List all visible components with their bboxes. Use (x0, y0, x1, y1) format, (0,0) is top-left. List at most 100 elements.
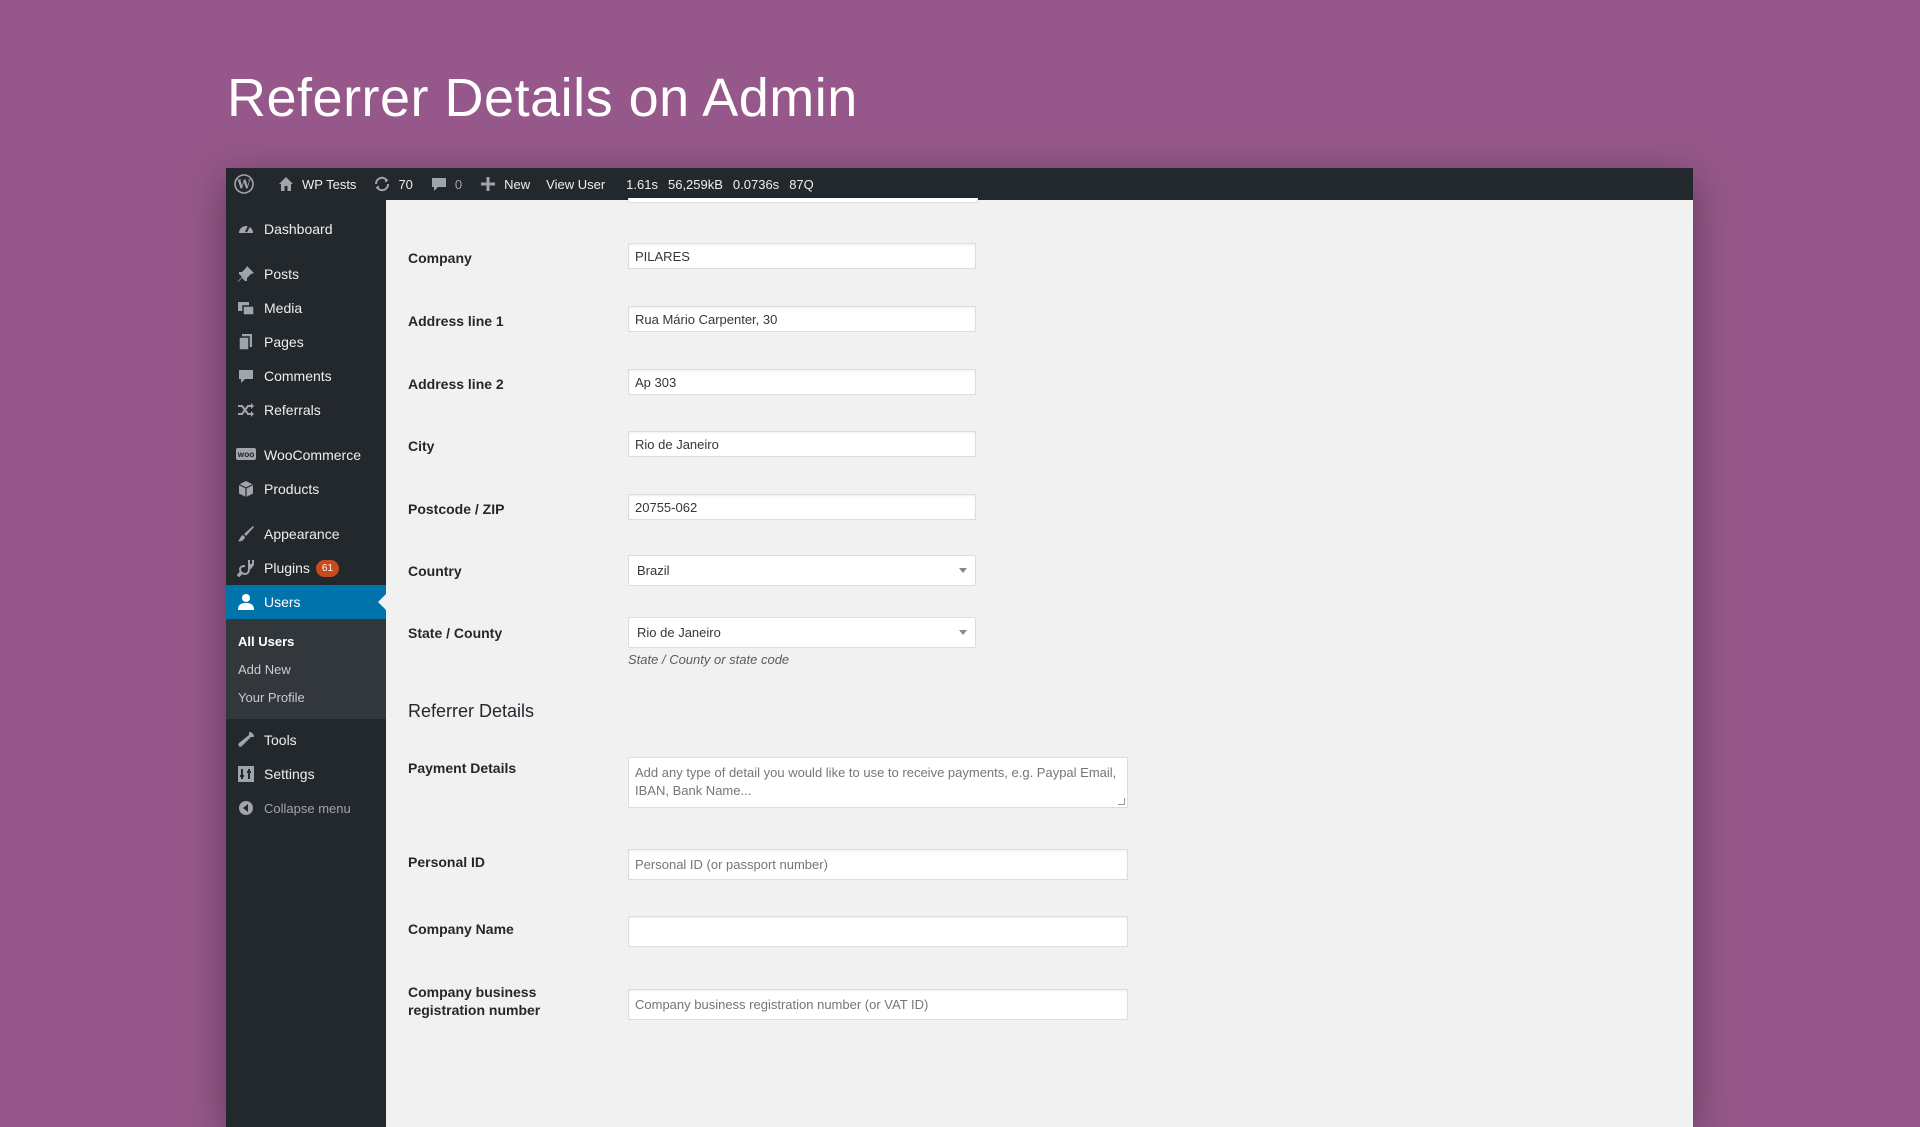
collapse-menu-label: Collapse menu (264, 800, 351, 816)
menu-item-comments[interactable]: Comments (226, 359, 386, 393)
page-headline: Referrer Details on Admin (227, 68, 858, 128)
row-address-line-1: Address line 1 Rua Mário Carpenter, 30 (408, 306, 976, 332)
submenu-add-new[interactable]: Add New (226, 655, 386, 683)
state-select[interactable]: Rio de Janeiro (628, 617, 976, 648)
wordpress-logo-button[interactable]: W (226, 168, 268, 200)
admin-sidebar: Dashboard Posts Media Pages Comments Ref… (226, 200, 386, 1127)
svg-text:WOO: WOO (238, 452, 255, 459)
settings-sliders-icon (236, 764, 256, 784)
menu-item-users[interactable]: Users (226, 585, 386, 619)
payment-details-label: Payment Details (408, 760, 517, 776)
row-company-registration: Company business registration number Com… (408, 983, 1128, 1020)
row-company-name: Company Name (408, 916, 1128, 947)
shuffle-icon (236, 400, 256, 420)
referrer-details-heading: Referrer Details (408, 701, 535, 721)
menu-label-tools: Tools (264, 732, 297, 748)
site-name-link[interactable]: WP Tests (268, 168, 364, 200)
comment-bubble-icon (429, 174, 449, 194)
row-city: City Rio de Janeiro (408, 431, 976, 457)
menu-label-products: Products (264, 481, 320, 497)
chevron-down-icon (959, 630, 967, 635)
country-select[interactable]: Brazil (628, 555, 976, 586)
new-label: New (504, 176, 531, 192)
row-company: Company PILARES (408, 243, 976, 269)
query-time-stat: 0.0736s (732, 176, 780, 192)
comments-icon (236, 366, 256, 386)
menu-label-media: Media (264, 300, 303, 316)
new-content-link[interactable]: New (470, 168, 538, 200)
address-line-2-label: Address line 2 (408, 376, 504, 392)
row-address-line-2: Address line 2 Ap 303 (408, 369, 976, 395)
row-personal-id: Personal ID Personal ID (or passport num… (408, 849, 1128, 880)
menu-item-appearance[interactable]: Appearance (226, 517, 386, 551)
city-label: City (408, 438, 435, 454)
updates-link[interactable]: 70 (364, 168, 420, 200)
state-description: State / County or state code (628, 652, 790, 667)
view-user-label: View User (546, 176, 606, 192)
company-input[interactable]: PILARES (628, 243, 976, 269)
plugin-icon (236, 558, 256, 578)
plugins-update-badge: 61 (315, 559, 340, 577)
address-line-1-label: Address line 1 (408, 313, 504, 329)
payment-details-placeholder: Add any type of detail you would like to… (635, 765, 1117, 798)
menu-item-dashboard[interactable]: Dashboard (226, 212, 386, 246)
wrench-icon (236, 730, 256, 750)
view-user-link[interactable]: View User (538, 168, 613, 200)
address-line-1-input[interactable]: Rua Mário Carpenter, 30 (628, 306, 976, 332)
row-state: State / County Rio de Janeiro State / Co… (408, 617, 976, 667)
menu-item-products[interactable]: Products (226, 472, 386, 506)
company-label: Company (408, 250, 472, 266)
wp-admin-window: W WP Tests 70 0 New View User 1.61s 56,2… (226, 168, 1693, 1127)
query-count-stat: 87Q (789, 176, 814, 192)
menu-item-tools[interactable]: Tools (226, 723, 386, 757)
menu-item-posts[interactable]: Posts (226, 257, 386, 291)
admin-bar: W WP Tests 70 0 New View User 1.61s 56,2… (226, 168, 1693, 200)
menu-label-comments: Comments (264, 368, 332, 384)
menu-item-media[interactable]: Media (226, 291, 386, 325)
company-registration-input[interactable]: Company business registration number (or… (628, 989, 1128, 1020)
personal-id-placeholder: Personal ID (or passport number) (635, 857, 828, 872)
updates-count: 70 (398, 176, 413, 192)
site-name: WP Tests (302, 176, 357, 192)
menu-item-woocommerce[interactable]: WOO WooCommerce (226, 438, 386, 472)
address-line-2-input[interactable]: Ap 303 (628, 369, 976, 395)
company-name-input[interactable] (628, 916, 1128, 947)
collapse-arrow-icon (236, 798, 256, 818)
row-country: Country Brazil (408, 555, 976, 586)
submenu-your-profile[interactable]: Your Profile (226, 683, 386, 711)
postcode-input[interactable]: 20755-062 (628, 494, 976, 520)
woocommerce-icon: WOO (236, 445, 256, 465)
pushpin-icon (236, 264, 256, 284)
menu-item-pages[interactable]: Pages (226, 325, 386, 359)
personal-id-input[interactable]: Personal ID (or passport number) (628, 849, 1128, 880)
company-registration-placeholder: Company business registration number (or… (635, 997, 929, 1012)
menu-label-referrals: Referrals (264, 402, 321, 418)
chevron-down-icon (959, 568, 967, 573)
menu-item-settings[interactable]: Settings (226, 757, 386, 791)
country-label: Country (408, 563, 462, 579)
comments-link[interactable]: 0 (421, 168, 470, 200)
payment-details-textarea[interactable]: Add any type of detail you would like to… (628, 757, 1128, 808)
svg-text:W: W (236, 178, 251, 192)
page-time-stat: 1.61s (626, 176, 658, 192)
menu-item-plugins[interactable]: Plugins 61 (226, 551, 386, 585)
company-name-label: Company Name (408, 921, 514, 937)
menu-label-settings: Settings (264, 766, 315, 782)
row-payment-details: Payment Details Add any type of detail y… (408, 757, 1128, 808)
pages-icon (236, 332, 256, 352)
submenu-all-users[interactable]: All Users (226, 627, 386, 655)
collapse-menu-button[interactable]: Collapse menu (226, 791, 386, 825)
menu-label-users: Users (264, 594, 301, 610)
country-selected-value: Brazil (637, 563, 670, 578)
plus-icon (478, 174, 498, 194)
menu-item-referrals[interactable]: Referrals (226, 393, 386, 427)
row-postcode: Postcode / ZIP 20755-062 (408, 494, 976, 520)
state-label: State / County (408, 625, 503, 641)
postcode-label: Postcode / ZIP (408, 501, 505, 517)
city-input[interactable]: Rio de Janeiro (628, 431, 976, 457)
home-icon (276, 174, 296, 194)
box-icon (236, 479, 256, 499)
profile-form-content: Company PILARES Address line 1 Rua Mário… (386, 198, 1693, 1127)
menu-label-woocommerce: WooCommerce (264, 447, 361, 463)
query-monitor-stats[interactable]: 1.61s 56,259kB 0.0736s 87Q (613, 168, 827, 200)
